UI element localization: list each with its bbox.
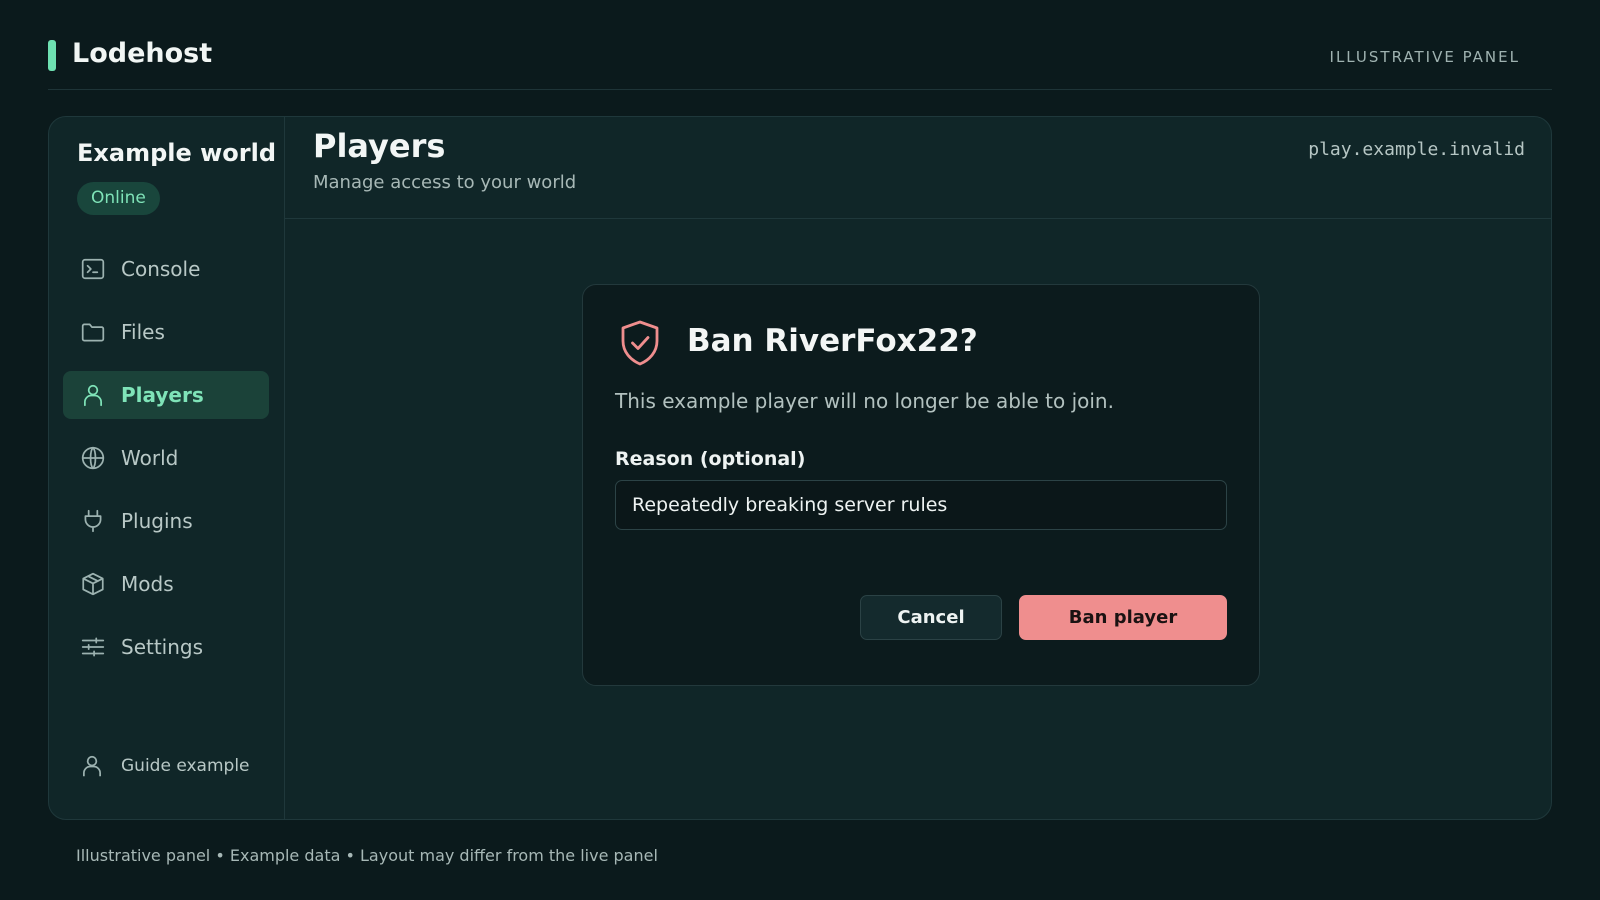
sidebar-item-players[interactable]: Players [63,371,269,419]
user-icon [79,381,107,409]
sidebar-item-label: Plugins [121,509,193,533]
user-name: Guide example [121,756,250,776]
page-subtitle: Manage access to your world [313,172,577,193]
sidebar-item-label: Console [121,257,201,281]
sidebar-item-plugins[interactable]: Plugins [63,497,269,545]
top-bar: Lodehost ILLUSTRATIVE PANEL [48,0,1552,90]
server-address: play.example.invalid [1308,139,1525,160]
sidebar-item-label: World [121,446,179,470]
top-note: ILLUSTRATIVE PANEL [1329,48,1520,66]
reason-input[interactable] [615,480,1227,530]
sliders-icon [79,633,107,661]
plug-icon [79,507,107,535]
brand-name: Lodehost [72,38,213,69]
sidebar-item-files[interactable]: Files [63,308,269,356]
dialog-title: Ban RiverFox22? [687,323,978,359]
footer-note: Illustrative panel • Example data • Layo… [76,846,658,865]
folder-icon [79,318,107,346]
dialog-description: This example player will no longer be ab… [615,389,1114,413]
user-account[interactable]: Guide example [79,753,250,779]
status-badge: Online [77,182,160,215]
shield-check-icon [619,319,661,367]
sidebar-item-label: Players [121,383,204,407]
sidebar-item-mods[interactable]: Mods [63,560,269,608]
brand-mark [48,40,56,71]
sidebar-item-settings[interactable]: Settings [63,623,269,671]
sidebar-item-label: Settings [121,635,204,659]
page-title: Players [313,127,446,165]
globe-icon [79,444,107,472]
sidebar-nav: Console Files Players World Plugins Mods… [63,245,269,686]
sidebar-item-world[interactable]: World [63,434,269,482]
ban-player-dialog: Ban RiverFox22? This example player will… [582,284,1260,686]
sidebar-item-label: Files [121,320,165,344]
sidebar-item-label: Mods [121,572,174,596]
content-header: Players Manage access to your world play… [285,117,1551,219]
user-avatar-icon [83,755,101,777]
sidebar: Example world Online Console Files Playe… [49,117,285,819]
world-name: Example world [77,139,277,167]
sidebar-item-console[interactable]: Console [63,245,269,293]
ban-player-button[interactable]: Ban player [1019,595,1227,640]
terminal-icon [79,255,107,283]
box-icon [79,570,107,598]
cancel-button[interactable]: Cancel [860,595,1002,640]
reason-label: Reason (optional) [615,448,806,470]
